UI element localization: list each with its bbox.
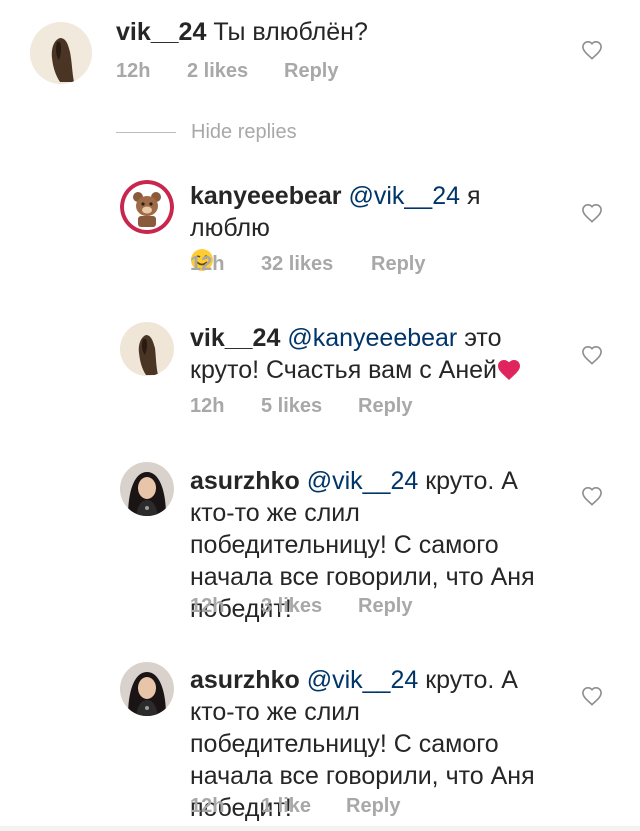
reply-button[interactable]: Reply xyxy=(346,794,400,818)
reply-button[interactable]: Reply xyxy=(358,594,412,618)
avatar[interactable] xyxy=(120,322,174,376)
reply-text: vik__24 @kanyeeebear это круто! Счастья … xyxy=(190,322,560,386)
reply-timestamp: 12h xyxy=(190,395,225,417)
mention-link[interactable]: @kanyeeebear xyxy=(287,324,457,352)
comment-username[interactable]: vik__24 xyxy=(116,18,206,46)
mention-link[interactable]: @vik__24 xyxy=(307,467,419,495)
reply-likes-count[interactable]: 3 likes xyxy=(261,594,322,618)
comment-body: Ты влюблён? xyxy=(206,18,368,46)
reply-timestamp: 12h xyxy=(190,253,225,275)
comment-text: vik__24 Ты влюблён? xyxy=(116,16,556,48)
bottom-divider xyxy=(0,826,640,831)
reply-likes-count[interactable]: 1 like xyxy=(261,794,311,818)
reply-timestamp: 12h xyxy=(190,795,225,817)
avatar[interactable] xyxy=(120,662,174,716)
reply-username[interactable]: asurzhko xyxy=(190,666,300,694)
like-heart-icon[interactable] xyxy=(581,40,603,60)
reply-button[interactable]: Reply xyxy=(371,252,425,276)
reply-likes-count[interactable]: 32 likes xyxy=(261,252,333,276)
like-heart-icon[interactable] xyxy=(581,486,603,506)
hide-replies-label[interactable]: Hide replies xyxy=(191,120,297,144)
like-heart-icon[interactable] xyxy=(581,203,603,223)
avatar[interactable] xyxy=(120,180,174,234)
comment-likes-count[interactable]: 2 likes xyxy=(187,59,248,83)
avatar[interactable] xyxy=(120,462,174,516)
reply-button[interactable]: Reply xyxy=(358,394,412,418)
comment-timestamp: 12h xyxy=(116,60,151,82)
like-heart-icon[interactable] xyxy=(581,686,603,706)
reply-username[interactable]: kanyeeebear xyxy=(190,182,342,210)
reply-button[interactable]: Reply xyxy=(284,59,338,83)
avatar[interactable] xyxy=(30,22,92,84)
reply-username[interactable]: asurzhko xyxy=(190,467,300,495)
reply-timestamp: 12h xyxy=(190,595,225,617)
divider-line xyxy=(116,132,176,133)
like-heart-icon[interactable] xyxy=(581,345,603,365)
reply-username[interactable]: vik__24 xyxy=(190,324,280,352)
reply-likes-count[interactable]: 5 likes xyxy=(261,394,322,418)
red-heart-emoji xyxy=(497,357,521,381)
mention-link[interactable]: @vik__24 xyxy=(307,666,419,694)
mention-link[interactable]: @vik__24 xyxy=(348,182,460,210)
